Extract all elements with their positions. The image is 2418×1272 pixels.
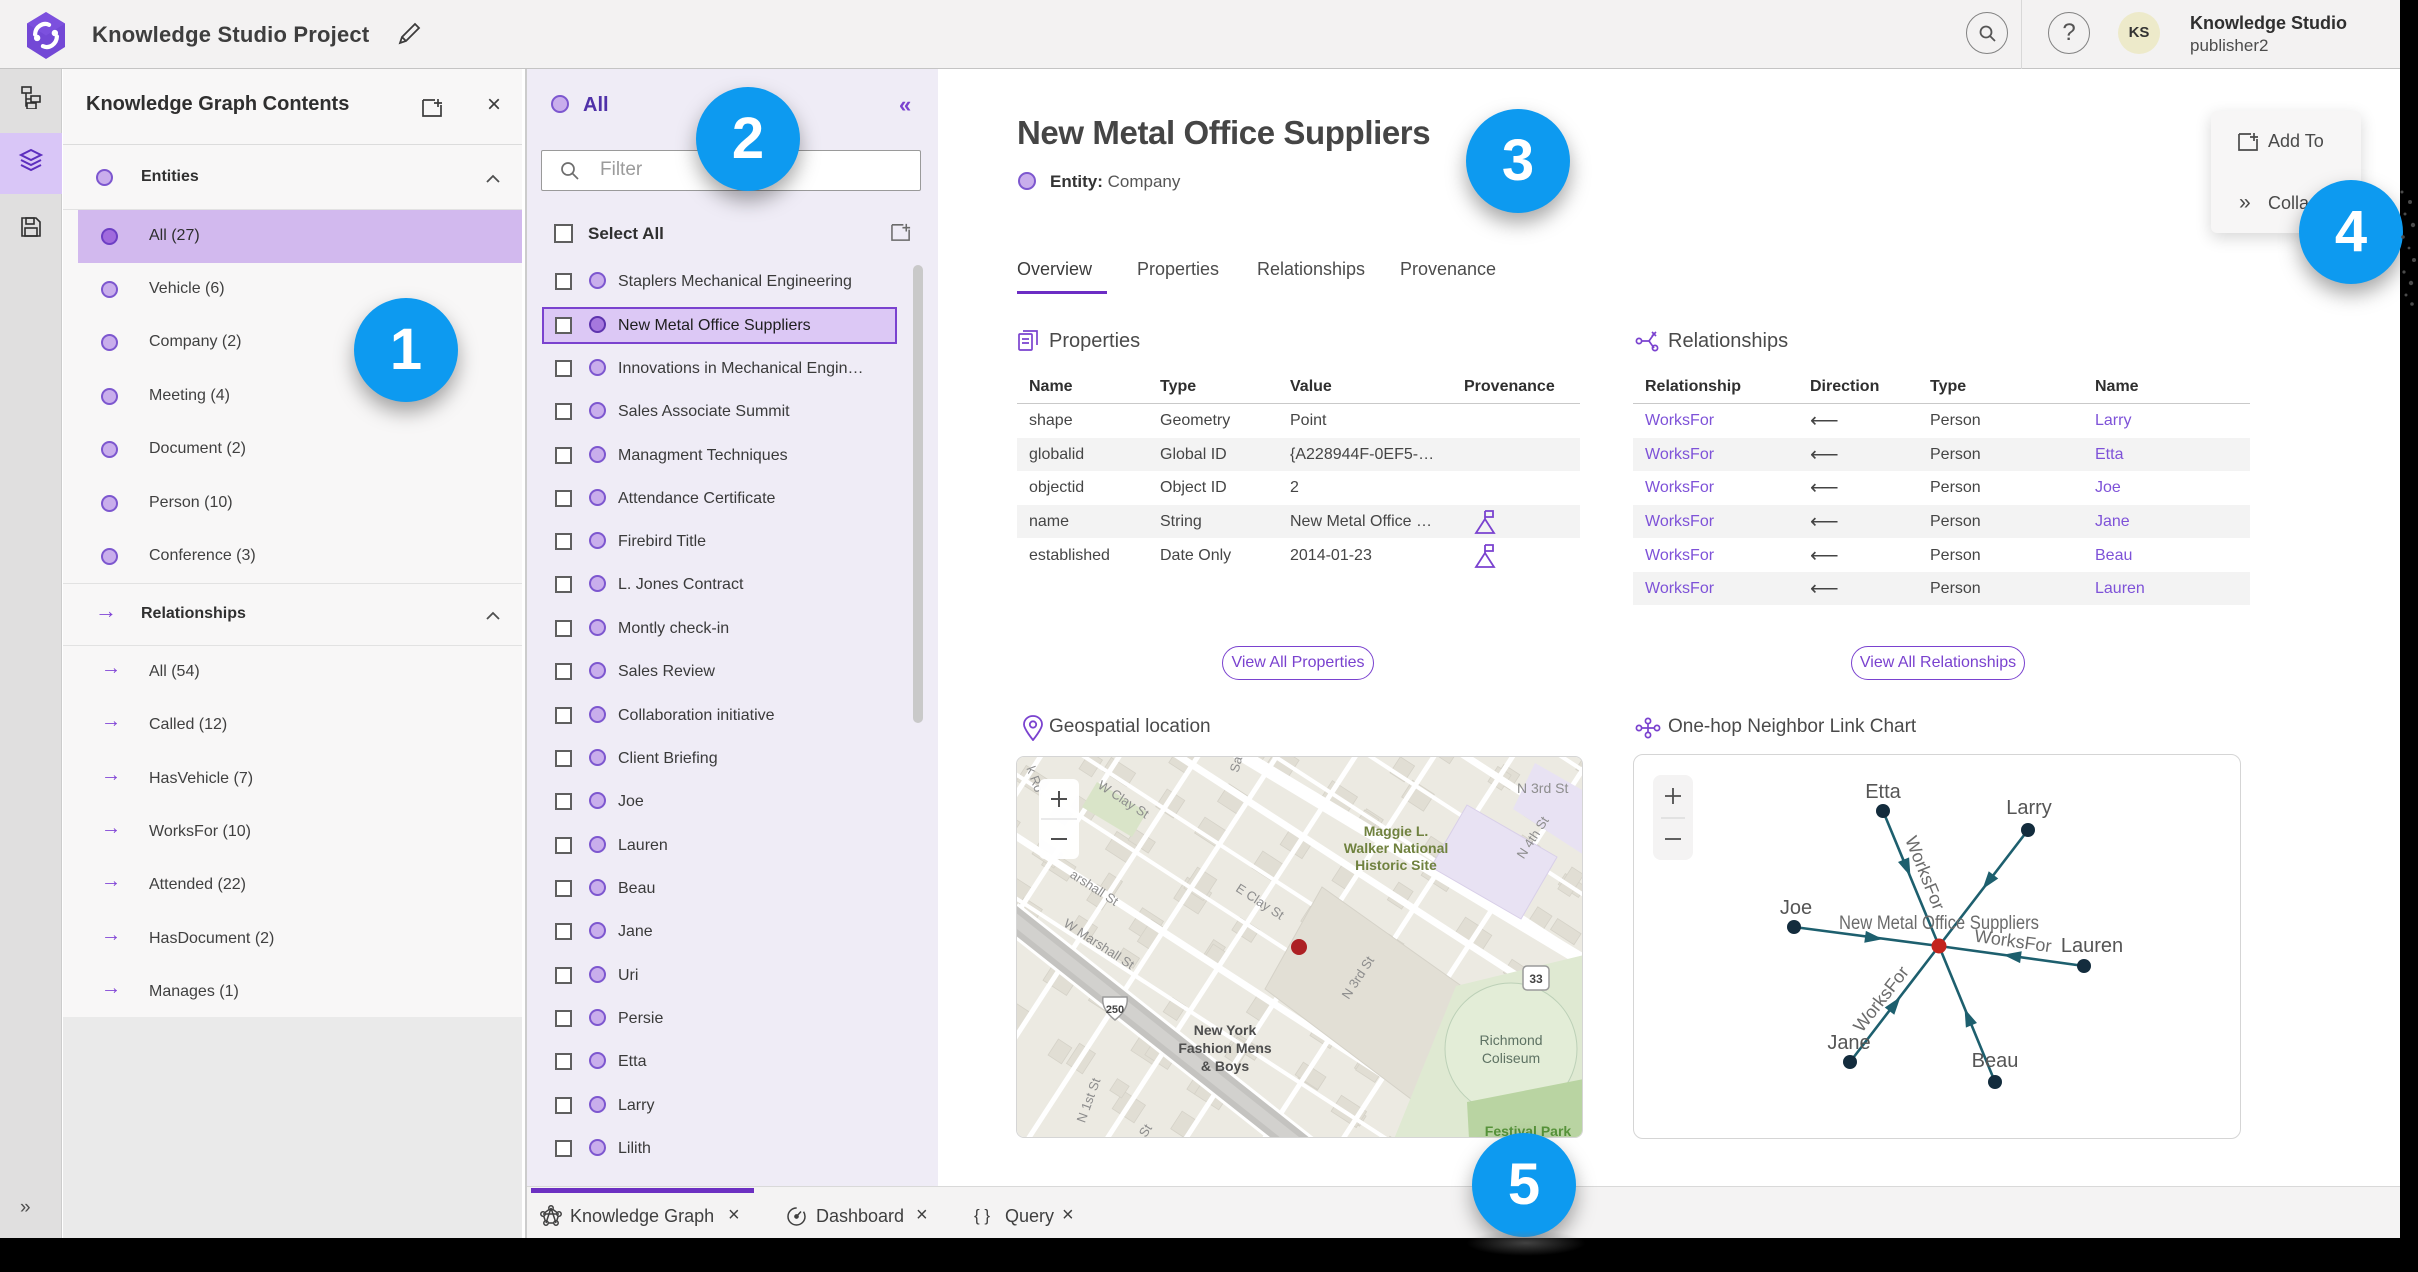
svg-text:Beau: Beau <box>1972 1050 2019 1072</box>
svg-text:Maggie L.: Maggie L. <box>1364 823 1429 839</box>
svg-text:& Boys: & Boys <box>1201 1058 1249 1074</box>
svg-text:33: 33 <box>1529 972 1543 986</box>
svg-text:Etta: Etta <box>1865 781 1901 803</box>
svg-text:N 3rd St: N 3rd St <box>1517 780 1568 796</box>
svg-text:New Metal Office Suppliers: New Metal Office Suppliers <box>1839 913 2039 934</box>
svg-text:Fashion Mens: Fashion Mens <box>1178 1040 1272 1056</box>
svg-text:Coliseum: Coliseum <box>1482 1050 1540 1066</box>
svg-text:Historic Site: Historic Site <box>1355 857 1437 873</box>
svg-text:Lauren: Lauren <box>2061 935 2123 957</box>
svg-text:Walker National: Walker National <box>1344 840 1449 856</box>
svg-text:Joe: Joe <box>1780 897 1812 919</box>
svg-text:New York: New York <box>1194 1022 1257 1038</box>
svg-text:WorksFor: WorksFor <box>1849 962 1913 1036</box>
svg-text:250: 250 <box>1106 1004 1124 1016</box>
svg-text:Richmond: Richmond <box>1479 1032 1542 1048</box>
svg-text:Larry: Larry <box>2006 797 2052 819</box>
